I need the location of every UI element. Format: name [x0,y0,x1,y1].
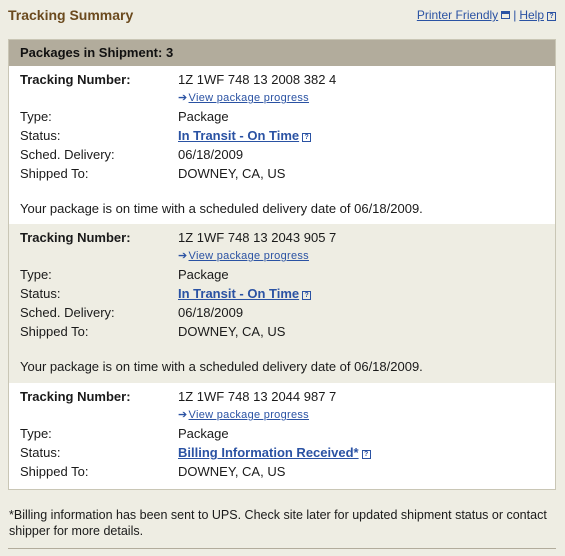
sched-delivery-label: Sched. Delivery: [20,305,115,320]
sched-delivery-value: 06/18/2009 [178,305,244,320]
tracking-number-value: 1Z 1WF 748 13 2044 987 7 [178,389,337,404]
tracking-number-label: Tracking Number: [20,389,131,404]
shipped-to-value: DOWNEY, CA, US [178,166,286,181]
status-label: Status: [20,128,61,143]
sched-delivery-label: Sched. Delivery: [20,147,115,162]
delivery-message: Your package is on time with a scheduled… [20,201,423,216]
type-value: Package [178,109,229,124]
status-link[interactable]: In Transit - On Time [178,286,299,301]
packages-count: 3 [165,45,174,60]
package-3: Tracking Number: 1Z 1WF 748 13 2044 987 7… [9,383,555,487]
status-label: Status: [20,445,61,460]
shipped-to-label: Shipped To: [20,166,89,181]
type-value: Package [178,267,229,282]
help-icon[interactable]: ? [361,450,371,459]
type-label: Type: [20,267,52,282]
shipped-to-label: Shipped To: [20,464,89,479]
help-link[interactable]: Help [519,8,544,22]
tracking-number-label: Tracking Number: [20,72,131,87]
printer-icon [501,11,511,19]
shipped-to-value: DOWNEY, CA, US [178,464,286,479]
arrow-right-icon: ➔ [178,92,188,104]
arrow-right-icon: ➔ [178,250,188,262]
tracking-number-value: 1Z 1WF 748 13 2043 905 7 [178,230,337,245]
printer-friendly-label: Printer Friendly [416,8,499,22]
view-package-progress-link[interactable]: View package progress [189,250,309,262]
status-link[interactable]: In Transit - On Time [178,128,299,143]
shipped-to-label: Shipped To: [20,324,89,339]
shipped-to-value: DOWNEY, CA, US [178,324,286,339]
help-icon[interactable]: ? [547,12,556,21]
packages-label: Packages in Shipment: [20,45,163,60]
sched-delivery-value: 06/18/2009 [178,147,244,162]
type-value: Package [178,426,229,441]
help-label: Help [519,8,544,22]
printer-friendly-link[interactable]: Printer Friendly [416,8,511,22]
package-1: Tracking Number: 1Z 1WF 748 13 2008 382 4… [9,66,555,224]
tracking-number-label: Tracking Number: [20,230,131,245]
view-package-progress-link[interactable]: View package progress [189,92,309,104]
arrow-right-icon: ➔ [178,409,188,421]
page-title: Tracking Summary [8,7,134,23]
type-label: Type: [20,109,52,124]
packages-header: Packages in Shipment: 3 [9,40,555,66]
tracking-panel: Packages in Shipment: 3 Tracking Number:… [8,39,556,490]
status-link[interactable]: Billing Information Received* [178,445,359,460]
view-package-progress-link[interactable]: View package progress [189,409,309,421]
type-label: Type: [20,426,52,441]
header-links: Printer Friendly | Help? [417,8,556,22]
help-icon[interactable]: ? [302,133,312,142]
status-label: Status: [20,286,61,301]
divider [8,548,556,549]
link-separator: | [513,8,517,22]
package-2: Tracking Number: 1Z 1WF 748 13 2043 905 7… [9,224,555,383]
billing-footnote: *Billing information has been sent to UP… [9,508,547,538]
help-icon[interactable]: ? [302,291,312,300]
tracking-number-value: 1Z 1WF 748 13 2008 382 4 [178,72,337,87]
delivery-message: Your package is on time with a scheduled… [20,359,423,374]
